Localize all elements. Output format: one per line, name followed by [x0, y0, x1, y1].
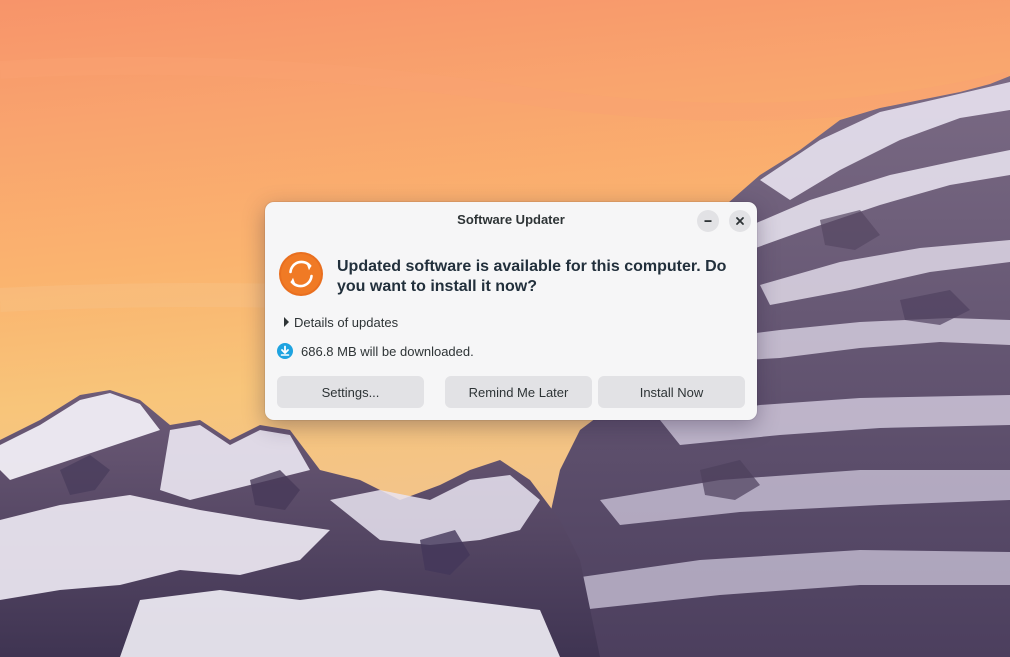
- minimize-button[interactable]: [697, 210, 719, 232]
- download-size-info: 686.8 MB will be downloaded.: [277, 343, 474, 359]
- window-title: Software Updater: [457, 212, 565, 227]
- details-expander[interactable]: Details of updates: [283, 314, 398, 330]
- install-now-button[interactable]: Install Now: [598, 376, 745, 408]
- desktop: Software Updater Updated software is ava…: [0, 0, 1010, 657]
- download-icon: [277, 343, 293, 359]
- titlebar[interactable]: Software Updater: [265, 202, 757, 238]
- settings-button[interactable]: Settings...: [277, 376, 424, 408]
- software-updater-icon: [279, 252, 323, 296]
- details-label: Details of updates: [294, 314, 399, 330]
- software-updater-dialog: Software Updater Updated software is ava…: [265, 202, 757, 420]
- remind-me-later-button[interactable]: Remind Me Later: [445, 376, 592, 408]
- disclosure-arrow-icon: [284, 317, 289, 327]
- download-size-text: 686.8 MB will be downloaded.: [301, 343, 474, 359]
- update-headline: Updated software is available for this c…: [337, 258, 727, 295]
- close-button[interactable]: [729, 210, 751, 232]
- minimize-icon: [704, 220, 712, 222]
- close-icon: [736, 217, 744, 225]
